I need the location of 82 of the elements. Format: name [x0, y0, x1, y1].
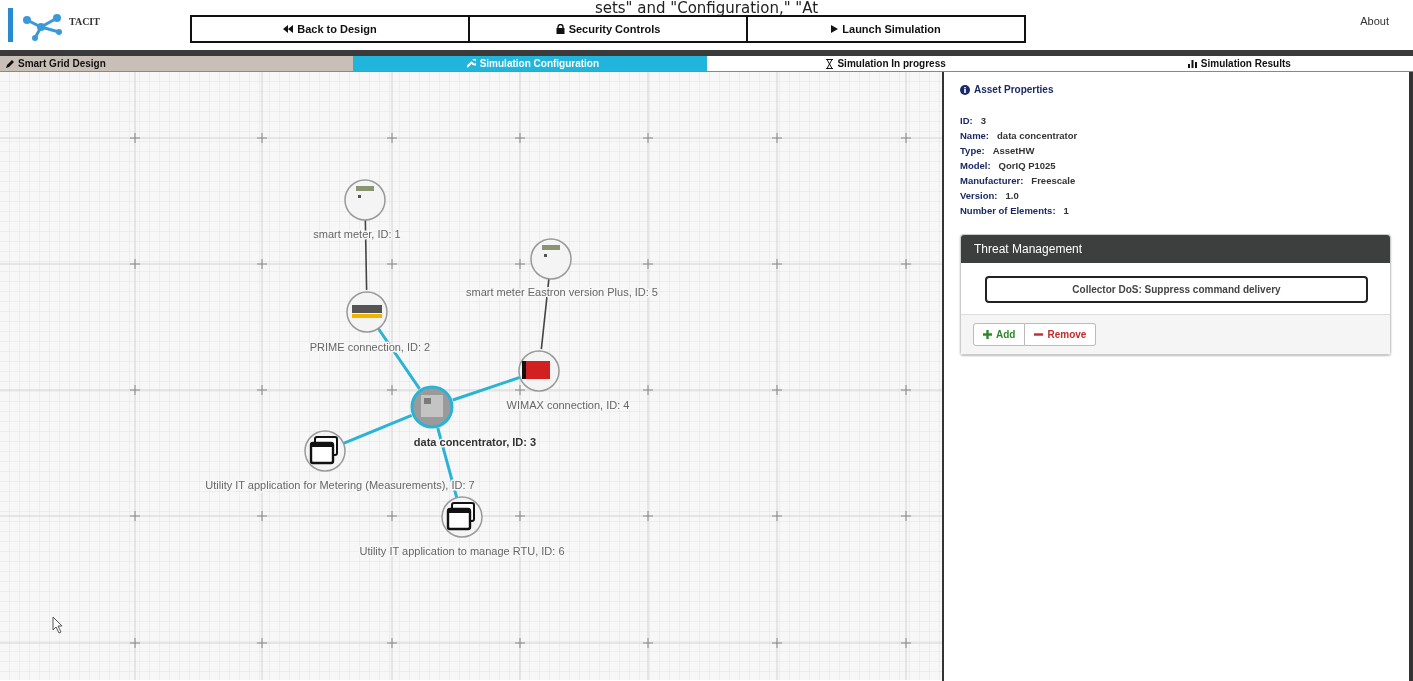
property-value: QorIQ P1025 [998, 159, 1056, 173]
grid-cross-mark [900, 132, 912, 144]
plus-icon [983, 330, 992, 339]
grid-cross-mark [642, 258, 654, 270]
nav-button[interactable]: Launch Simulation [746, 15, 1026, 43]
bar-chart-icon [1187, 59, 1197, 68]
prime-node[interactable] [346, 291, 388, 333]
grid-cross-mark [386, 510, 398, 522]
play-icon [831, 25, 839, 33]
property-label: Model: [960, 159, 991, 173]
concentrator-node[interactable] [410, 385, 454, 429]
lock-icon [555, 24, 565, 34]
grid-cross-mark [386, 132, 398, 144]
grid-cross-mark [900, 258, 912, 270]
grid-cross-mark [386, 258, 398, 270]
grid-cross-mark [256, 258, 268, 270]
property-value: data concentrator [997, 129, 1078, 143]
application-window-node[interactable] [304, 430, 346, 472]
property-label: Type: [960, 144, 985, 158]
property-value: 1.0 [1005, 189, 1019, 203]
grid-cross-mark [771, 510, 783, 522]
pencil-icon [6, 59, 14, 68]
grid-cross-mark [514, 258, 526, 270]
node-label: WIMAX connection, ID: 4 [506, 399, 630, 411]
wrench-icon [466, 59, 476, 68]
wimax-node[interactable] [518, 350, 560, 392]
nav-button[interactable]: Security Controls [468, 15, 748, 43]
step-tab[interactable]: Smart Grid Design [0, 56, 354, 71]
grid-cross-mark [900, 384, 912, 396]
threat-item[interactable]: Collector DoS: Suppress command delivery [985, 276, 1368, 303]
node-label: Utility IT application to manage RTU, ID: 6 [359, 545, 565, 557]
grid-cross-mark [771, 637, 783, 649]
hourglass-icon [826, 58, 834, 69]
grid-cross-mark [642, 132, 654, 144]
info-icon [960, 84, 970, 95]
cut-caption-text: sets" and "Configuration," "At [594, 0, 819, 16]
grid-cross-mark [256, 510, 268, 522]
smart-meter-node[interactable] [530, 238, 572, 280]
grid-cross-mark [129, 637, 141, 649]
smart-meter-node[interactable] [344, 179, 386, 221]
grid-cross-mark [642, 637, 654, 649]
threat-panel-header: Threat Management [961, 235, 1390, 263]
grid-cross-mark [771, 384, 783, 396]
grid-cross-mark [386, 384, 398, 396]
grid-cross-mark [642, 510, 654, 522]
grid-cross-mark [514, 384, 526, 396]
application-window-node[interactable] [441, 496, 483, 538]
grid-cross-mark [256, 384, 268, 396]
property-value: Freescale [1031, 174, 1076, 188]
property-label: Version: [960, 189, 998, 203]
double-left-arrow-icon [283, 25, 294, 33]
grid-cross-mark [129, 510, 141, 522]
grid-cross-mark [771, 258, 783, 270]
grid-cross-mark [514, 510, 526, 522]
property-value: 3 [980, 114, 986, 128]
grid-cross-mark [129, 132, 141, 144]
property-label: Manufacturer: [960, 174, 1024, 188]
about-link[interactable]: About [1360, 15, 1389, 27]
property-label: Name: [960, 129, 990, 143]
property-label: ID: [960, 114, 973, 128]
minus-icon [1034, 330, 1044, 339]
grid-cross-mark [771, 132, 783, 144]
grid-cross-mark [129, 384, 141, 396]
grid-cross-mark [386, 637, 398, 649]
asset-properties-heading: Asset Properties [960, 84, 1391, 95]
grid-cross-mark [514, 637, 526, 649]
property-label: Number of Elements: [960, 204, 1056, 218]
grid-cross-mark [514, 132, 526, 144]
grid-cross-mark [900, 510, 912, 522]
property-value: 1 [1063, 204, 1069, 218]
grid-cross-mark [642, 384, 654, 396]
grid-cross-mark [900, 637, 912, 649]
grid-cross-mark [256, 132, 268, 144]
nav-button[interactable]: Back to Design [190, 15, 470, 43]
property-value: AssetHW [992, 144, 1035, 158]
add-button[interactable]: Add [973, 323, 1026, 346]
app-logo[interactable]: TACIT [8, 8, 168, 42]
grid-cross-mark [256, 637, 268, 649]
grid-cross-mark [129, 258, 141, 270]
mouse-pointer-icon [52, 616, 63, 634]
remove-button[interactable]: Remove [1025, 323, 1097, 346]
molecule-logo-icon [21, 12, 65, 42]
